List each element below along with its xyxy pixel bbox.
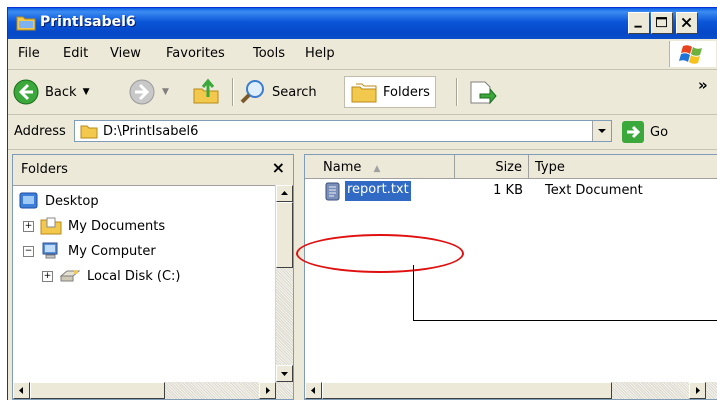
- folders-pane-title: Folders: [21, 162, 68, 177]
- column-header-size[interactable]: Size: [455, 155, 529, 179]
- my-documents-icon: [40, 217, 62, 235]
- folders-horizontal-scrollbar[interactable]: [13, 382, 293, 399]
- tree-item-my-documents[interactable]: + My Documents: [23, 216, 165, 236]
- folder-icon: [16, 16, 36, 31]
- search-label: Search: [272, 84, 317, 100]
- minimize-button[interactable]: [628, 12, 650, 34]
- arrow-up-icon: [281, 191, 288, 195]
- address-input[interactable]: D:\PrintIsabel6: [74, 120, 612, 142]
- column-header-label: Size: [495, 160, 522, 175]
- column-header-label: Name: [323, 160, 362, 175]
- scroll-thumb[interactable]: [30, 382, 165, 399]
- address-label: Address: [14, 124, 66, 139]
- menu-file[interactable]: File: [18, 46, 40, 61]
- tree-item-label: Desktop: [45, 193, 99, 209]
- move-to-icon: [470, 81, 497, 105]
- search-button[interactable]: Search: [239, 76, 317, 108]
- sort-ascending-icon: ▲: [373, 164, 381, 174]
- collapse-toggle[interactable]: −: [23, 245, 34, 257]
- close-button[interactable]: [676, 12, 698, 34]
- chevron-down-icon: [598, 129, 606, 133]
- folders-icon: [351, 83, 377, 103]
- folders-pane-header: Folders ×: [13, 155, 293, 186]
- tree-item-label: My Computer: [68, 243, 156, 259]
- scroll-right-button[interactable]: [259, 382, 276, 399]
- tree-item-label: My Documents: [68, 218, 166, 234]
- back-label: Back: [45, 84, 77, 100]
- folders-button[interactable]: Folders: [344, 76, 436, 108]
- menu-tools[interactable]: Tools: [253, 46, 285, 61]
- close-icon[interactable]: ×: [272, 158, 285, 177]
- toolbar-separator: [456, 78, 458, 106]
- go-arrow-icon: [622, 121, 644, 143]
- forward-button[interactable]: ▼: [128, 76, 169, 108]
- search-icon: [240, 80, 264, 104]
- chevron-down-icon[interactable]: ▼: [83, 87, 90, 97]
- column-header-name[interactable]: Name ▲: [305, 155, 455, 179]
- desktop-icon: [19, 192, 38, 209]
- windows-logo-icon: [669, 41, 716, 67]
- window-title: PrintIsabel6: [40, 14, 136, 30]
- tree-item-my-computer[interactable]: − My Computer: [23, 241, 156, 261]
- chevron-down-icon[interactable]: ▼: [162, 87, 169, 97]
- arrow-right-icon: [266, 387, 270, 394]
- move-to-button[interactable]: [468, 76, 498, 108]
- arrow-left-icon: [311, 387, 315, 394]
- text-file-icon: [325, 182, 340, 201]
- menu-favorites[interactable]: Favorites: [166, 46, 225, 61]
- file-type: Text Document: [545, 183, 643, 198]
- forward-arrow-icon: [129, 79, 155, 105]
- toolbar: Back ▼ ▼ Search Folders »: [8, 70, 717, 115]
- my-computer-icon: [42, 242, 58, 259]
- file-list-pane: Name ▲ Size Type report.txt 1 KB Text Do…: [304, 154, 717, 400]
- scroll-thumb[interactable]: [322, 382, 612, 399]
- folder-icon: [80, 125, 98, 139]
- scroll-left-button[interactable]: [305, 382, 322, 399]
- address-value: D:\PrintIsabel6: [103, 124, 199, 139]
- menu-view[interactable]: View: [110, 46, 141, 61]
- explorer-window: PrintIsabel6 File Edit View Favorites To…: [7, 7, 717, 400]
- scroll-up-button[interactable]: [276, 185, 293, 202]
- address-bar: Address D:\PrintIsabel6 Go: [8, 115, 717, 150]
- table-row[interactable]: report.txt 1 KB Text Document: [305, 181, 717, 203]
- scroll-thumb[interactable]: [276, 202, 293, 268]
- local-disk-icon: [59, 270, 81, 282]
- go-button[interactable]: Go: [622, 120, 668, 144]
- tree-item-label: Local Disk (C:): [87, 268, 181, 284]
- files-horizontal-scrollbar[interactable]: [305, 382, 717, 399]
- menu-edit[interactable]: Edit: [63, 46, 88, 61]
- expand-toggle[interactable]: +: [23, 220, 34, 232]
- address-dropdown-button[interactable]: [592, 121, 611, 141]
- arrow-down-icon: [281, 372, 288, 376]
- folders-pane: Folders × Desktop + My Documents − My Co…: [12, 154, 294, 400]
- menu-bar: File Edit View Favorites Tools Help: [8, 39, 717, 70]
- up-folder-icon: [193, 78, 219, 104]
- column-header-type[interactable]: Type: [529, 155, 717, 179]
- arrow-right-icon: [696, 387, 700, 394]
- maximize-button[interactable]: [651, 12, 673, 34]
- arrow-left-icon: [19, 387, 23, 394]
- tree-item-desktop[interactable]: Desktop: [19, 191, 99, 211]
- file-name-selected[interactable]: report.txt: [345, 181, 411, 201]
- folders-label: Folders: [383, 84, 430, 100]
- title-bar[interactable]: PrintIsabel6: [8, 8, 717, 39]
- folders-vertical-scrollbar[interactable]: [275, 185, 293, 382]
- go-label: Go: [650, 124, 669, 140]
- tree-item-local-disk[interactable]: + Local Disk (C:): [42, 266, 180, 286]
- up-folder-button[interactable]: [192, 76, 222, 108]
- scroll-left-button[interactable]: [13, 382, 30, 399]
- toolbar-overflow-button[interactable]: »: [698, 76, 708, 94]
- expand-toggle[interactable]: +: [42, 270, 53, 282]
- toolbar-separator: [232, 78, 234, 106]
- scroll-down-button[interactable]: [276, 365, 293, 382]
- back-button[interactable]: Back ▼: [12, 76, 89, 108]
- column-header-label: Type: [535, 160, 565, 175]
- back-arrow-icon: [13, 79, 39, 105]
- menu-help[interactable]: Help: [305, 46, 335, 61]
- file-size: 1 KB: [493, 183, 523, 198]
- scroll-right-button[interactable]: [689, 382, 706, 399]
